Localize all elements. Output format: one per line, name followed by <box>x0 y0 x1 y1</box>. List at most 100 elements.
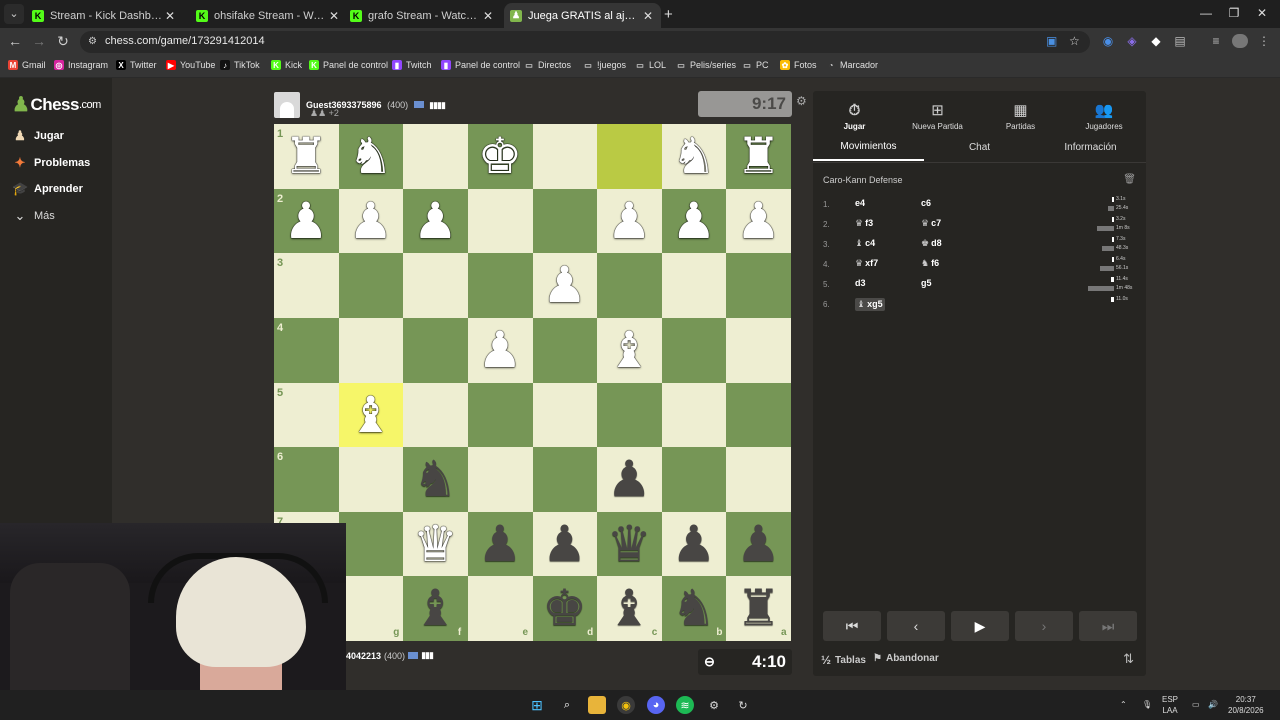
first-move-button[interactable]: ⏮ <box>823 611 881 641</box>
board-square[interactable] <box>532 382 598 448</box>
tab-jugar[interactable]: ⏱ Jugar <box>813 91 896 131</box>
bookmark-item[interactable]: ▭ !juegos <box>583 60 626 70</box>
bookmark-item[interactable]: K Panel de control <box>309 60 388 70</box>
white-pawn-icon[interactable]: ♟ <box>533 253 597 317</box>
board-square[interactable] <box>274 382 339 448</box>
white-king-icon[interactable]: ♚ <box>468 124 532 188</box>
extension-icon[interactable]: ◆ <box>1148 34 1164 48</box>
site-info-icon[interactable]: ⚙ <box>88 36 100 48</box>
white-bishop-icon[interactable]: ♝ <box>597 318 661 382</box>
black-move[interactable]: c6 <box>921 198 931 208</box>
draw-button[interactable]: ½ Tablas <box>821 653 866 667</box>
black-bishop-icon[interactable]: ♝ <box>403 576 467 640</box>
tab-search-icon[interactable]: ⌄ <box>4 4 24 24</box>
search-icon[interactable]: ⌕ <box>558 696 576 714</box>
volume-icon[interactable]: 🔊 <box>1208 699 1218 710</box>
url-field[interactable]: ⚙ chess.com/game/173291412014 ▣ ☆ <box>80 31 1090 53</box>
board-square[interactable] <box>338 511 404 577</box>
board-square[interactable] <box>403 382 468 448</box>
board-square[interactable] <box>532 317 598 383</box>
board-square[interactable] <box>726 447 791 512</box>
browser-tab[interactable]: Kgrafo Stream - Watch Live on Kick✕ <box>344 3 501 28</box>
tab-partidas[interactable]: ▦ Partidas <box>979 91 1062 131</box>
spotify-icon[interactable]: ≋ <box>676 696 694 714</box>
board-square[interactable] <box>597 382 662 448</box>
black-knight-icon[interactable]: ♞ <box>662 576 726 640</box>
extension-icon[interactable]: ◉ <box>1100 34 1116 48</box>
white-rook-icon[interactable]: ♜ <box>726 124 790 188</box>
board-square[interactable] <box>338 317 404 383</box>
clock-date[interactable]: 20:37 20/8/2026 <box>1228 694 1264 716</box>
bookmark-item[interactable]: ◔ Marcador <box>826 60 878 70</box>
bookmark-item[interactable]: ▶ YouTube <box>166 60 215 70</box>
white-pawn-icon[interactable]: ♟ <box>597 189 661 253</box>
reading-list-icon[interactable]: ≡ <box>1208 34 1224 48</box>
board-square[interactable] <box>661 317 727 383</box>
white-queen-icon[interactable]: ♛ <box>403 512 467 576</box>
board-square[interactable] <box>532 124 598 189</box>
board-square[interactable] <box>467 188 533 254</box>
board-square[interactable] <box>403 124 468 189</box>
board-square[interactable] <box>467 253 533 318</box>
opening-name[interactable]: Caro-Kann Defense <box>823 175 903 185</box>
close-tab-icon[interactable]: ✕ <box>481 9 495 23</box>
browser-tab[interactable]: ♟ Juega GRATIS al ajedrez online✕ <box>504 3 661 28</box>
black-king-icon[interactable]: ♚ <box>533 576 597 640</box>
white-move[interactable]: e4 <box>855 198 865 208</box>
bookmark-item[interactable]: X Twitter <box>116 60 157 70</box>
microphone-icon[interactable]: 🎙 <box>1142 699 1152 710</box>
black-queen-icon[interactable]: ♛ <box>597 512 661 576</box>
minimize-icon[interactable]: — <box>1196 6 1216 20</box>
bookmark-item[interactable]: ◎ Instagram <box>54 60 108 70</box>
board-square[interactable] <box>274 447 339 512</box>
board-square[interactable] <box>661 253 727 318</box>
black-move[interactable]: g5 <box>921 278 932 288</box>
menu-dots-icon[interactable]: ⋮ <box>1256 34 1272 48</box>
file-explorer-icon[interactable] <box>588 696 606 714</box>
black-pawn-icon[interactable]: ♟ <box>726 512 790 576</box>
board-square[interactable] <box>726 317 791 383</box>
sidebar-item-jugar[interactable]: ♟ Jugar <box>12 128 64 144</box>
bookmark-item[interactable]: ▭ Directos <box>524 60 571 70</box>
language-indicator[interactable]: ESP LAA <box>1162 694 1178 716</box>
steam-icon[interactable]: ⚙ <box>705 696 723 714</box>
extensions-puzzle-icon[interactable]: ▤ <box>1172 34 1188 48</box>
bookmark-item[interactable]: ▭ Pelis/series <box>676 60 736 70</box>
board-square[interactable] <box>661 382 727 448</box>
board-square[interactable] <box>403 317 468 383</box>
white-pawn-icon[interactable]: ♟ <box>339 189 403 253</box>
browser-tab[interactable]: Kohsifake Stream - Watch Live on Kick✕ <box>190 3 347 28</box>
close-tab-icon[interactable]: ✕ <box>163 9 177 23</box>
black-pawn-icon[interactable]: ♟ <box>468 512 532 576</box>
player-name[interactable]: 4042213 <box>346 651 381 661</box>
white-knight-icon[interactable]: ♞ <box>662 124 726 188</box>
profile-avatar[interactable] <box>1232 34 1248 48</box>
sidebar-item-mas[interactable]: ⌄ Más <box>12 208 55 224</box>
board-square[interactable] <box>597 253 662 318</box>
resign-button[interactable]: ⚑ Abandonar <box>873 653 939 664</box>
subtab-movimientos[interactable]: Movimientos <box>813 133 924 161</box>
bookmark-item[interactable]: ▮ Twitch <box>392 60 432 70</box>
board-square[interactable] <box>597 124 662 189</box>
extension-icon[interactable]: ◈ <box>1124 34 1140 48</box>
bookmark-item[interactable]: ✿ Fotos <box>780 60 817 70</box>
board-square[interactable] <box>403 253 468 318</box>
black-move[interactable]: ♛ c7 <box>921 218 941 229</box>
white-bishop-icon[interactable]: ♝ <box>339 383 403 447</box>
white-move[interactable]: ♝ c4 <box>855 238 875 249</box>
bookmark-item[interactable]: ▭ PC <box>742 60 768 70</box>
white-knight-icon[interactable]: ♞ <box>339 124 403 188</box>
board-settings-icon[interactable]: ⚙ <box>796 94 807 108</box>
bookmark-item[interactable]: K Kick <box>271 60 302 70</box>
board-square[interactable] <box>532 188 598 254</box>
black-knight-icon[interactable]: ♞ <box>403 447 467 511</box>
back-icon[interactable]: ← <box>6 33 24 49</box>
network-icon[interactable]: ▭ <box>1192 699 1200 710</box>
white-move[interactable]: d3 <box>855 278 866 288</box>
new-tab-icon[interactable]: + <box>664 6 673 23</box>
subtab-chat[interactable]: Chat <box>924 133 1035 161</box>
black-move[interactable]: ♚ d8 <box>921 238 942 249</box>
subtab-informacion[interactable]: Información <box>1035 133 1146 161</box>
previous-move-button[interactable]: ‹ <box>887 611 945 641</box>
translate-icon[interactable]: ▣ <box>1046 34 1057 48</box>
